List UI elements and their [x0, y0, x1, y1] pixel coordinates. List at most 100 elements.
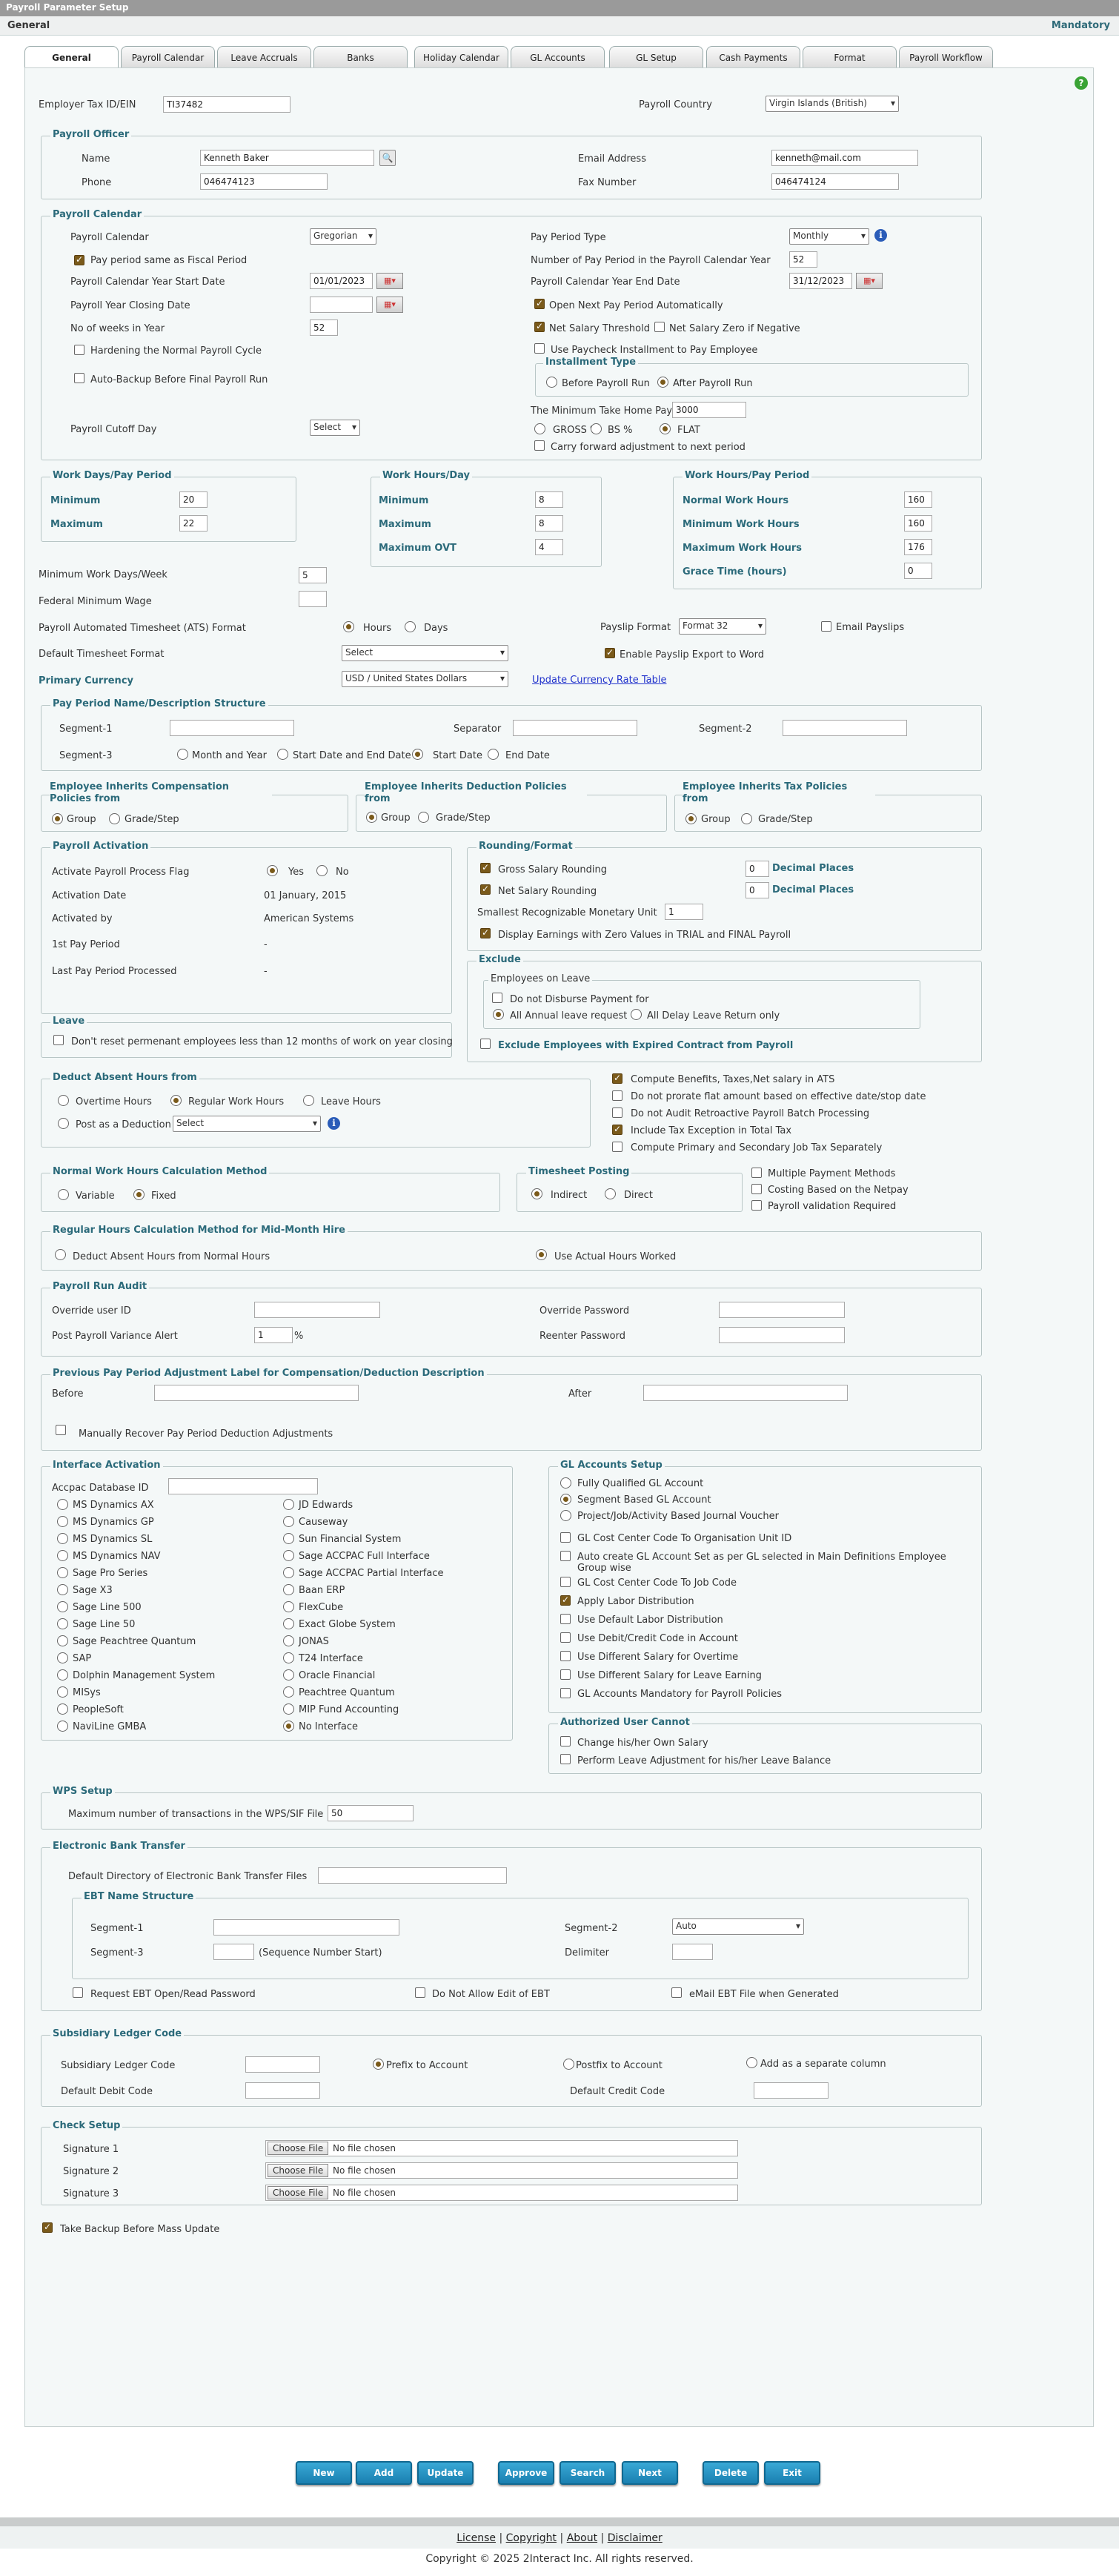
- cutoff-select[interactable]: Select: [310, 420, 360, 436]
- interface-radio[interactable]: [283, 1516, 294, 1527]
- dont-reset-checkbox[interactable]: [53, 1035, 64, 1045]
- net-threshold-checkbox[interactable]: [534, 321, 545, 332]
- pay-period-type-select[interactable]: Monthly: [789, 228, 869, 245]
- gl-type-radio[interactable]: [560, 1494, 571, 1505]
- gl-option-checkbox[interactable]: [560, 1651, 571, 1661]
- prefix-radio[interactable]: [373, 2059, 384, 2070]
- officer-name-input[interactable]: [200, 150, 374, 166]
- before-input[interactable]: [154, 1385, 359, 1401]
- gross-percent-radio[interactable]: [534, 423, 545, 434]
- comp-group-radio[interactable]: [52, 813, 63, 824]
- gl-option-checkbox[interactable]: [560, 1614, 571, 1624]
- activate-no-radio[interactable]: [316, 865, 328, 876]
- gl-type-radio[interactable]: [560, 1510, 571, 1521]
- calendar-select[interactable]: Gregorian: [310, 228, 376, 245]
- indirect-radio[interactable]: [531, 1188, 542, 1199]
- interface-radio[interactable]: [57, 1721, 68, 1732]
- delimiter-input[interactable]: [672, 1944, 713, 1960]
- ded-group-radio[interactable]: [366, 812, 377, 823]
- accpac-input[interactable]: [168, 1478, 318, 1494]
- interface-radio[interactable]: [283, 1703, 294, 1715]
- gl-option-checkbox[interactable]: [560, 1632, 571, 1643]
- tax-grade-radio[interactable]: [741, 813, 752, 824]
- overtime-radio[interactable]: [58, 1095, 69, 1106]
- interface-radio[interactable]: [283, 1635, 294, 1646]
- tab-holiday-calendar[interactable]: Holiday Calendar: [414, 46, 508, 68]
- before-run-radio[interactable]: [546, 377, 557, 388]
- separate-column-radio[interactable]: [746, 2057, 757, 2068]
- calendar-icon[interactable]: ▦▾: [376, 297, 403, 313]
- open-next-checkbox[interactable]: [534, 298, 545, 309]
- min-days-input[interactable]: [179, 491, 207, 508]
- exit-button[interactable]: Exit: [764, 2461, 820, 2485]
- regular-hours-radio[interactable]: [170, 1095, 182, 1106]
- approve-button[interactable]: Approve: [498, 2461, 554, 2485]
- gl-option-checkbox[interactable]: [560, 1551, 571, 1561]
- start-date-radio[interactable]: [412, 749, 423, 760]
- closing-date-input[interactable]: [310, 297, 373, 313]
- tab-banks[interactable]: Banks: [313, 46, 408, 68]
- interface-radio[interactable]: [57, 1516, 68, 1527]
- interface-radio[interactable]: [283, 1499, 294, 1510]
- tab-payroll-workflow[interactable]: Payroll Workflow: [899, 46, 993, 68]
- debit-code-input[interactable]: [245, 2082, 320, 2099]
- interface-radio[interactable]: [283, 1567, 294, 1578]
- tax-group-radio[interactable]: [685, 813, 697, 824]
- after-run-radio[interactable]: [657, 377, 668, 388]
- signature1-file[interactable]: Choose File No file chosen: [265, 2140, 738, 2156]
- min-hours-input[interactable]: [535, 491, 563, 508]
- interface-radio[interactable]: [283, 1652, 294, 1663]
- leave-hours-radio[interactable]: [303, 1095, 314, 1106]
- interface-radio[interactable]: [283, 1669, 294, 1681]
- postfix-radio[interactable]: [563, 2059, 574, 2070]
- all-annual-radio[interactable]: [493, 1009, 504, 1020]
- max-work-hours-input[interactable]: [904, 539, 932, 555]
- flat-radio[interactable]: [660, 423, 671, 434]
- smallest-unit-input[interactable]: [665, 904, 703, 920]
- timesheet-format-select[interactable]: Select: [342, 645, 508, 661]
- normal-hours-input[interactable]: [904, 491, 932, 508]
- payroll-country-select[interactable]: Virgin Islands (British): [766, 96, 899, 112]
- disclaimer-link[interactable]: Disclaimer: [608, 2532, 663, 2544]
- deduction-select[interactable]: Select: [173, 1116, 321, 1132]
- choose-file-button[interactable]: Choose File: [268, 2186, 329, 2199]
- subledger-code-input[interactable]: [245, 2056, 320, 2073]
- add-button[interactable]: Add: [356, 2461, 412, 2485]
- interface-radio[interactable]: [57, 1601, 68, 1612]
- tab-leave-accruals[interactable]: Leave Accruals: [217, 46, 311, 68]
- start-end-radio[interactable]: [277, 749, 288, 760]
- interface-radio[interactable]: [57, 1669, 68, 1681]
- interface-radio[interactable]: [57, 1652, 68, 1663]
- max-ovt-input[interactable]: [535, 539, 563, 555]
- tab-payroll-calendar[interactable]: Payroll Calendar: [121, 46, 215, 68]
- interface-radio[interactable]: [57, 1703, 68, 1715]
- weeks-input[interactable]: [310, 319, 338, 336]
- payslip-format-select[interactable]: Format 32: [679, 618, 766, 635]
- ats-hours-radio[interactable]: [343, 621, 354, 632]
- new-button[interactable]: New: [296, 2461, 352, 2485]
- interface-radio[interactable]: [283, 1584, 294, 1595]
- interface-radio[interactable]: [57, 1618, 68, 1629]
- email-payslips-checkbox[interactable]: [821, 621, 831, 632]
- help-icon[interactable]: ?: [1075, 76, 1088, 90]
- compute-benefits-checkbox[interactable]: [612, 1073, 622, 1084]
- interface-radio[interactable]: [57, 1584, 68, 1595]
- no-edit-ebt-checkbox[interactable]: [415, 1987, 425, 1998]
- max-hours-input[interactable]: [535, 515, 563, 532]
- info-icon[interactable]: i: [874, 229, 887, 242]
- gl-option-checkbox[interactable]: [560, 1669, 571, 1680]
- info-icon[interactable]: i: [328, 1117, 340, 1130]
- expired-contract-checkbox[interactable]: [480, 1039, 491, 1049]
- net-decimal-input[interactable]: [746, 882, 769, 898]
- interface-radio[interactable]: [283, 1533, 294, 1544]
- choose-file-button[interactable]: Choose File: [268, 2142, 329, 2155]
- variable-radio[interactable]: [58, 1189, 69, 1200]
- interface-radio[interactable]: [283, 1686, 294, 1698]
- post-deduction-radio[interactable]: [58, 1118, 69, 1129]
- email-ebt-checkbox[interactable]: [671, 1987, 682, 1998]
- copyright-link[interactable]: Copyright: [506, 2532, 557, 2544]
- end-date-input[interactable]: [789, 273, 852, 289]
- delete-button[interactable]: Delete: [703, 2461, 759, 2485]
- phone-input[interactable]: [200, 173, 328, 190]
- leave-adjustment-checkbox[interactable]: [560, 1754, 571, 1764]
